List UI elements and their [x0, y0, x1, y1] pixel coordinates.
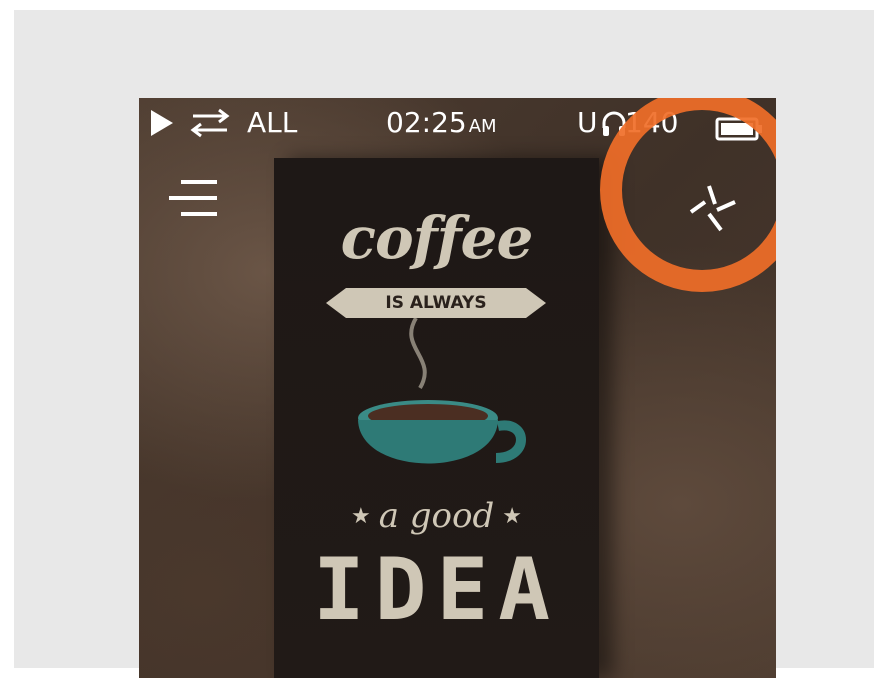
screenshot-frame: ALL 02:25 AM U 140 coffee IS ALWAYS ★ a …	[14, 10, 874, 678]
star-icon: ★	[502, 504, 522, 529]
volume-level: 140	[625, 106, 679, 139]
album-art-line2: ★ a good ★	[274, 496, 599, 536]
album-art-line3: IDEA	[312, 540, 561, 640]
play-icon	[149, 108, 175, 146]
coffee-cup-icon	[338, 308, 538, 492]
status-bar: ALL 02:25 AM U 140	[139, 98, 776, 150]
album-art: coffee IS ALWAYS ★ a good ★ IDEA	[274, 158, 599, 678]
repeat-icon	[189, 108, 231, 146]
headphone-icon	[601, 110, 627, 146]
usb-indicator: U	[577, 106, 598, 139]
clock-time: 02:25	[386, 106, 467, 139]
album-art-title: coffee	[340, 204, 534, 272]
star-icon: ★	[350, 504, 371, 529]
clock: 02:25 AM	[386, 106, 497, 139]
shuffle-icon[interactable]	[687, 182, 739, 238]
battery-icon	[715, 114, 763, 149]
clock-ampm: AM	[468, 116, 497, 137]
repeat-mode-label: ALL	[247, 106, 298, 139]
menu-icon[interactable]	[167, 178, 219, 222]
player-screen: ALL 02:25 AM U 140 coffee IS ALWAYS ★ a …	[139, 98, 776, 678]
album-art-line2-text: a good	[378, 496, 495, 536]
